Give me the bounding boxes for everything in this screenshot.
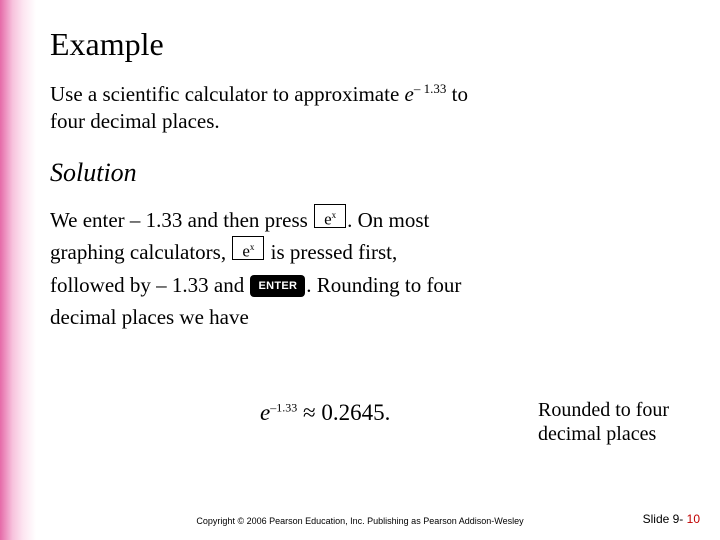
- slide-label: Slide 9-: [643, 512, 687, 526]
- problem-statement: Use a scientific calculator to approxima…: [50, 81, 690, 136]
- eq-exp: –1.33: [270, 400, 297, 414]
- slide-heading: Example: [50, 26, 690, 63]
- body-2a: graphing calculators,: [50, 240, 231, 264]
- key-e-1: e: [324, 210, 332, 229]
- slide-no-value: 10: [687, 512, 700, 526]
- rounded-note: Rounded to four decimal places: [538, 398, 708, 446]
- solution-heading: Solution: [50, 158, 690, 188]
- ex-key-1: ex: [314, 204, 346, 228]
- body-4: decimal places we have: [50, 305, 249, 329]
- eq-approx: ≈ 0.2645.: [297, 400, 390, 425]
- ex-key-2: ex: [232, 236, 264, 260]
- equation: e–1.33 ≈ 0.2645.: [260, 400, 390, 426]
- copyright: Copyright © 2006 Pearson Education, Inc.…: [0, 516, 720, 526]
- key-x-2: x: [250, 242, 255, 252]
- e-symbol: e: [405, 82, 414, 106]
- solution-body: We enter – 1.33 and then press ex. On mo…: [50, 204, 690, 334]
- eq-e: e: [260, 400, 270, 425]
- pink-sidebar: [0, 0, 36, 540]
- body-3b: . Rounding to four: [306, 273, 461, 297]
- slide-content: Example Use a scientific calculator to a…: [50, 26, 690, 334]
- rounded-l1: Rounded to four: [538, 399, 669, 421]
- key-e-2: e: [242, 242, 250, 261]
- e-exponent: – 1.33: [414, 81, 447, 96]
- problem-line2: four decimal places.: [50, 109, 220, 133]
- slide-number: Slide 9- 10: [643, 512, 700, 526]
- problem-text-b: to: [446, 82, 468, 106]
- rounded-l2: decimal places: [538, 423, 656, 445]
- body-2b: is pressed first,: [271, 240, 398, 264]
- body-1a: We enter – 1.33 and then press: [50, 208, 313, 232]
- problem-text-a: Use a scientific calculator to approxima…: [50, 82, 405, 106]
- enter-key: ENTER: [250, 275, 305, 297]
- body-3a: followed by – 1.33 and: [50, 273, 249, 297]
- key-x-1: x: [332, 210, 337, 220]
- body-1b: . On most: [347, 208, 429, 232]
